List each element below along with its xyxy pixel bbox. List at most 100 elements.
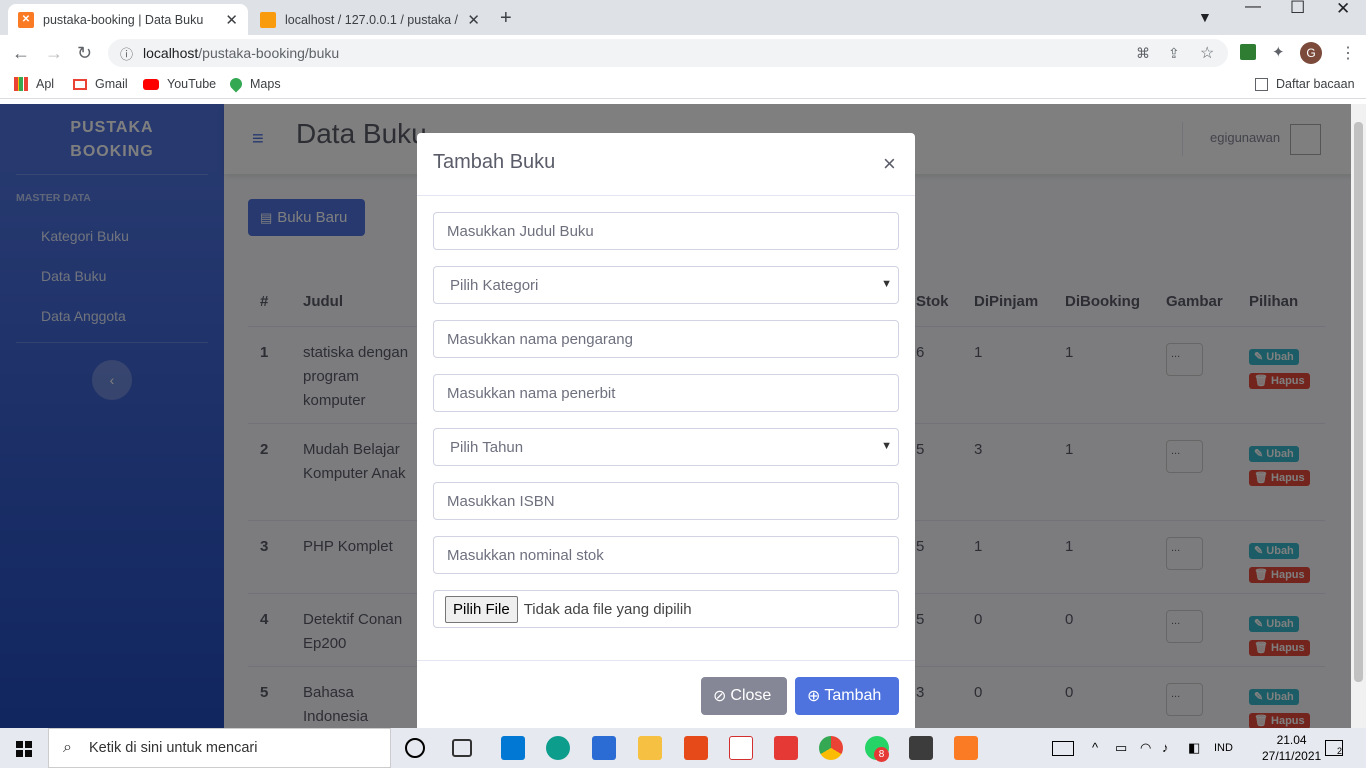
extension-icon[interactable] bbox=[1240, 44, 1256, 60]
choose-file-button[interactable]: Pilih File bbox=[445, 595, 518, 623]
browser-tab-strip: ✕ pustaka-booking | Data Buku ✕ localhos… bbox=[0, 0, 1366, 35]
image-file-input[interactable]: Pilih File Tidak ada file yang dipilih bbox=[433, 590, 899, 628]
bookmark-maps[interactable]: Maps bbox=[227, 75, 281, 93]
bookmark-label: Maps bbox=[250, 77, 281, 91]
chevron-up-icon[interactable]: ^ bbox=[1092, 740, 1098, 755]
reading-list[interactable]: Daftar bacaan bbox=[1255, 77, 1355, 91]
publisher-input[interactable]: Masukkan nama penerbit bbox=[433, 374, 899, 412]
tab-search-icon[interactable]: ▼ bbox=[1198, 9, 1212, 25]
cortana-icon[interactable] bbox=[405, 738, 425, 758]
new-tab-icon[interactable]: + bbox=[500, 7, 512, 30]
publisher-placeholder: Masukkan nama penerbit bbox=[447, 384, 616, 402]
bookmark-youtube[interactable]: YouTube bbox=[143, 77, 216, 91]
close-tab-icon[interactable]: ✕ bbox=[225, 11, 238, 29]
file-explorer-icon[interactable] bbox=[638, 736, 662, 760]
volume-icon[interactable]: ♪ bbox=[1162, 740, 1169, 755]
tab-title: pustaka-booking | Data Buku bbox=[43, 12, 204, 27]
task-view-icon[interactable] bbox=[452, 739, 472, 757]
url-path: /pustaka-booking/buku bbox=[198, 45, 340, 61]
author-input[interactable]: Masukkan nama pengarang bbox=[433, 320, 899, 358]
chrome-icon[interactable] bbox=[819, 736, 843, 760]
category-select[interactable]: Pilih Kategori ▼ bbox=[433, 266, 899, 304]
close-button[interactable]: ⊘ Close bbox=[701, 677, 787, 715]
wifi-icon[interactable]: ◠ bbox=[1140, 740, 1151, 756]
modal-close-icon[interactable]: × bbox=[883, 151, 896, 177]
site-info-icon[interactable]: ⓘ bbox=[120, 44, 133, 63]
modal-title: Tambah Buku bbox=[433, 151, 556, 173]
maximize-icon[interactable]: ☐ bbox=[1290, 0, 1305, 18]
tab-phpmyadmin[interactable]: localhost / 127.0.0.1 / pustaka / u ✕ bbox=[250, 4, 490, 35]
profile-avatar[interactable]: G bbox=[1300, 42, 1322, 64]
forward-icon[interactable]: → bbox=[45, 43, 63, 64]
bookmark-apps[interactable]: Apl bbox=[14, 77, 54, 91]
address-toolbar: ← → ↻ ⓘ localhost/pustaka-booking/buku ⌘… bbox=[0, 35, 1366, 71]
close-tab-icon[interactable]: ✕ bbox=[467, 11, 480, 29]
year-select[interactable]: Pilih Tahun ▼ bbox=[433, 428, 899, 466]
add-button-label: Tambah bbox=[824, 687, 882, 704]
apps-grid-icon bbox=[14, 77, 28, 91]
wps-icon[interactable] bbox=[774, 736, 798, 760]
year-value: Pilih Tahun bbox=[450, 438, 524, 456]
edge-icon[interactable] bbox=[546, 736, 570, 760]
isbn-placeholder: Masukkan ISBN bbox=[447, 492, 555, 510]
minimize-icon[interactable]: — bbox=[1245, 0, 1261, 16]
search-placeholder: Ketik di sini untuk mencari bbox=[89, 740, 258, 756]
tab-pustaka-booking[interactable]: ✕ pustaka-booking | Data Buku ✕ bbox=[8, 4, 248, 35]
meet-now-icon[interactable]: ◧ bbox=[1188, 740, 1200, 756]
store-icon[interactable] bbox=[592, 736, 616, 760]
ban-icon: ⊘ bbox=[713, 688, 727, 705]
stock-input[interactable]: Masukkan nominal stok bbox=[433, 536, 899, 574]
back-icon[interactable]: ← bbox=[12, 43, 30, 64]
bookmark-gmail[interactable]: Gmail bbox=[73, 77, 128, 91]
clock[interactable]: 21.04 27/11/2021 bbox=[1262, 732, 1321, 764]
clock-date: 27/11/2021 bbox=[1262, 749, 1322, 763]
file-status: Tidak ada file yang dipilih bbox=[523, 600, 692, 618]
reading-list-label: Daftar bacaan bbox=[1276, 77, 1355, 91]
office-icon[interactable] bbox=[684, 736, 708, 760]
translate-icon[interactable]: ⌘ bbox=[1136, 45, 1150, 62]
puzzle-icon[interactable]: ✦ bbox=[1272, 43, 1285, 61]
close-button-label: Close bbox=[730, 687, 772, 704]
sublime-icon[interactable] bbox=[909, 736, 933, 760]
title-input[interactable]: Masukkan Judul Buku bbox=[433, 212, 899, 250]
isbn-input[interactable]: Masukkan ISBN bbox=[433, 482, 899, 520]
category-value: Pilih Kategori bbox=[450, 276, 539, 294]
taskbar-search[interactable]: ⌕ Ketik di sini untuk mencari bbox=[48, 728, 391, 768]
news-widget-icon[interactable] bbox=[1052, 741, 1074, 756]
notification-icon[interactable]: 2 bbox=[1325, 740, 1343, 756]
chevron-down-icon: ▼ bbox=[881, 278, 892, 290]
plus-circle-icon: ⊕ bbox=[807, 688, 821, 705]
modal-footer-divider bbox=[417, 660, 915, 661]
window-close-icon[interactable]: ✕ bbox=[1336, 0, 1350, 19]
bookmark-star-icon[interactable]: ☆ bbox=[1200, 43, 1214, 63]
menu-kebab-icon[interactable]: ⋮ bbox=[1340, 43, 1356, 63]
xampp-icon: ✕ bbox=[18, 11, 34, 28]
url-bar[interactable]: ⓘ localhost/pustaka-booking/buku bbox=[108, 39, 1228, 67]
phpmyadmin-icon bbox=[260, 11, 276, 28]
bookmark-label: YouTube bbox=[167, 77, 217, 91]
battery-icon[interactable]: ▭ bbox=[1115, 740, 1127, 756]
modal-header-divider bbox=[417, 195, 915, 196]
chevron-down-icon: ▼ bbox=[881, 440, 892, 452]
notification-count: 2 bbox=[1336, 746, 1342, 756]
share-icon[interactable]: ⇪ bbox=[1168, 45, 1180, 62]
language-indicator[interactable]: IND bbox=[1214, 742, 1233, 754]
bookmark-label: Gmail bbox=[95, 77, 128, 91]
gift-icon[interactable] bbox=[729, 736, 753, 760]
clock-time: 21.04 bbox=[1276, 733, 1307, 747]
scrollbar-thumb[interactable] bbox=[1354, 122, 1363, 682]
bookmarks-bar: Apl Gmail YouTube Maps Daftar bacaan bbox=[0, 71, 1366, 99]
whatsapp-badge: 8 bbox=[874, 747, 889, 762]
add-button[interactable]: ⊕ Tambah bbox=[795, 677, 899, 715]
url-host: localhost bbox=[143, 45, 199, 61]
reading-list-icon bbox=[1255, 77, 1268, 91]
bookmark-label: Apl bbox=[36, 77, 55, 91]
windows-taskbar: ⌕ Ketik di sini untuk mencari 8 ^ ▭ ◠ ♪ … bbox=[0, 728, 1366, 768]
reload-icon[interactable]: ↻ bbox=[77, 43, 92, 64]
search-icon: ⌕ bbox=[63, 739, 72, 756]
windows-start-icon[interactable] bbox=[16, 741, 32, 757]
add-book-modal: Tambah Buku × Masukkan Judul Buku Pilih … bbox=[417, 133, 915, 733]
mail-icon[interactable] bbox=[501, 736, 525, 760]
page-scrollbar[interactable] bbox=[1351, 104, 1366, 728]
xampp-icon[interactable] bbox=[954, 736, 978, 760]
